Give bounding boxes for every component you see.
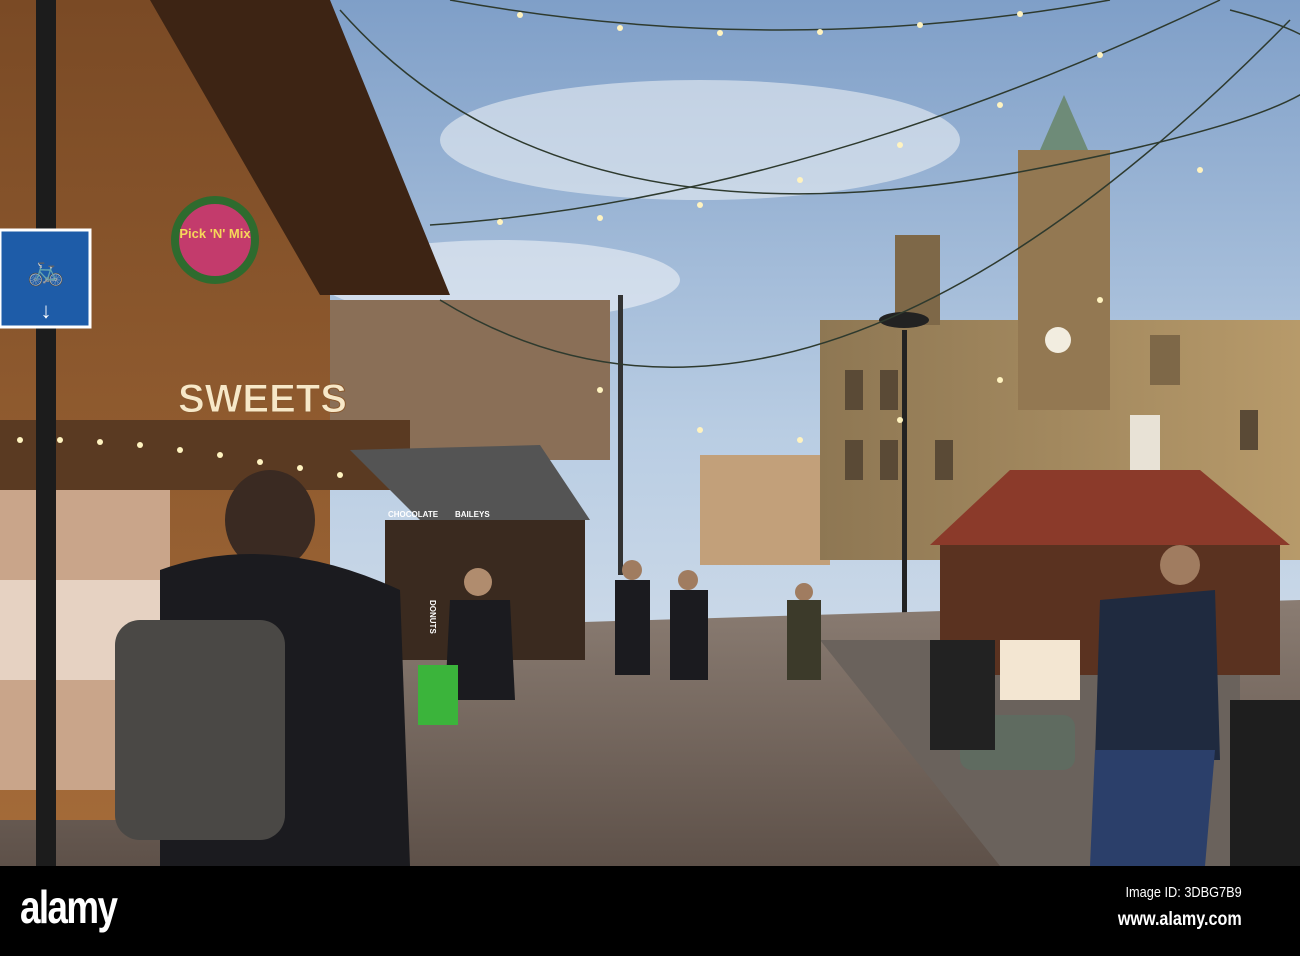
- image-id: Image ID: 3DBG7B9: [1125, 884, 1242, 901]
- bin: [930, 640, 995, 750]
- svg-text:🚲: 🚲: [27, 254, 64, 287]
- christmas-market-photo: SWEETS Pick 'N' Mix 🚲 ↓ CHOCOLATE BAILEY…: [0, 0, 1300, 866]
- watermark-bar: alamy Image ID: 3DBG7B9 www.alamy.com: [0, 866, 1300, 956]
- shopping-bag: [418, 665, 458, 725]
- sign-pole: [36, 0, 56, 866]
- svg-text:BAILEYS: BAILEYS: [455, 510, 490, 519]
- sweets-sign: SWEETS: [178, 377, 347, 421]
- street-lamp: [902, 330, 907, 650]
- clock-icon: [1045, 327, 1071, 353]
- svg-text:DONUTS: DONUTS: [428, 600, 437, 634]
- website-url: www.alamy.com: [1118, 909, 1242, 930]
- alamy-logo: alamy: [20, 881, 118, 933]
- pick-n-mix-sign: Pick 'N' Mix: [179, 226, 251, 241]
- backpack: [115, 620, 285, 840]
- stock-photo: SWEETS Pick 'N' Mix 🚲 ↓ CHOCOLATE BAILEY…: [0, 0, 1300, 956]
- svg-text:↓: ↓: [41, 298, 52, 323]
- svg-text:CHOCOLATE: CHOCOLATE: [388, 510, 439, 519]
